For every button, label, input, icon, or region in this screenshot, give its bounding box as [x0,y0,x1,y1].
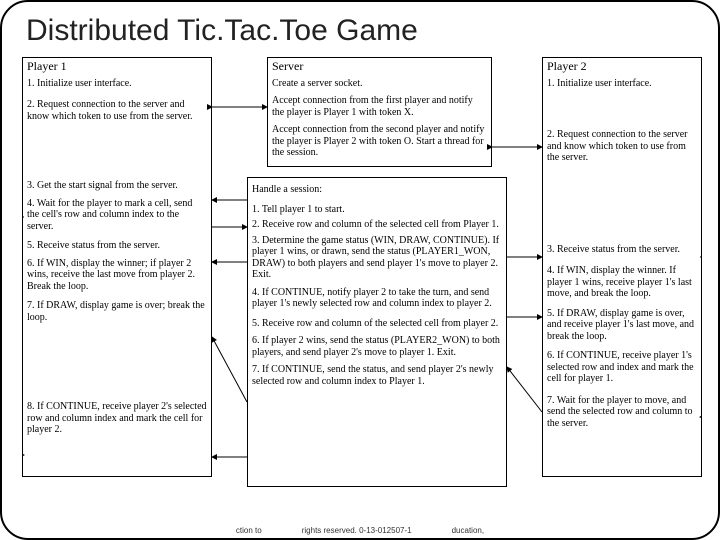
session-t1: 1. Tell player 1 to start. [252,204,502,216]
p2-step5: 5. If DRAW, display game is over, and re… [547,308,697,343]
p2-step1: 1. Initialize user interface. [547,78,697,90]
p1-step1: 1. Initialize user interface. [27,78,207,90]
slide-frame: Distributed Tic.Tac.Toe Game Player 1 1.… [0,0,720,540]
session-t2: 2. Receive row and column of the selecte… [252,219,502,231]
p2-step2: 2. Request connection to the server and … [547,129,697,164]
p2-step6: 6. If CONTINUE, receive player 1's selec… [547,350,697,385]
footer: ction to rights reserved. 0-13-012507-1 … [2,526,718,535]
player2-column: Player 2 1. Initialize user interface. 2… [542,57,702,477]
session-t5: 5. Receive row and column of the selecte… [252,318,502,330]
p2-step7: 7. Wait for the player to move, and send… [547,395,697,430]
footer-frag-a: ction to [236,526,262,535]
server-step-c: Accept connection from the second player… [272,124,487,159]
p1-step4: 4. Wait for the player to mark a cell, s… [27,198,207,233]
p1-step2: 2. Request connection to the server and … [27,99,207,122]
p1-step5: 5. Receive status from the server. [27,240,207,252]
session-box: Handle a session: 1. Tell player 1 to st… [247,177,507,487]
server-column: Server Create a server socket. Accept co… [267,57,492,167]
p1-step3: 3. Get the start signal from the server. [27,180,207,192]
footer-frag-b: rights reserved. 0-13-012507-1 [302,526,412,535]
player2-header: Player 2 [547,60,697,74]
server-step-b: Accept connection from the first player … [272,95,487,118]
session-t6: 6. If player 2 wins, send the status (PL… [252,335,502,358]
p1-step8: 8. If CONTINUE, receive player 2's selec… [27,401,207,436]
session-t3: 3. Determine the game status (WIN, DRAW,… [252,235,502,281]
player1-column: Player 1 1. Initialize user interface. 2… [22,57,212,477]
session-header: Handle a session: [252,184,502,196]
footer-frag-c: ducation, [452,526,484,535]
p2-step4: 4. If WIN, display the winner. If player… [547,265,697,300]
slide-title: Distributed Tic.Tac.Toe Game [2,2,718,52]
server-header: Server [272,60,487,74]
server-step-a: Create a server socket. [272,78,487,90]
player1-header: Player 1 [27,60,207,74]
p2-step3: 3. Receive status from the server. [547,244,697,256]
session-t7: 7. If CONTINUE, send the status, and sen… [252,364,502,387]
diagram-area: Player 1 1. Initialize user interface. 2… [22,57,702,527]
p1-step6: 6. If WIN, display the winner; if player… [27,258,207,293]
p1-step7: 7. If DRAW, display game is over; break … [27,300,207,323]
session-t4: 4. If CONTINUE, notify player 2 to take … [252,287,502,310]
